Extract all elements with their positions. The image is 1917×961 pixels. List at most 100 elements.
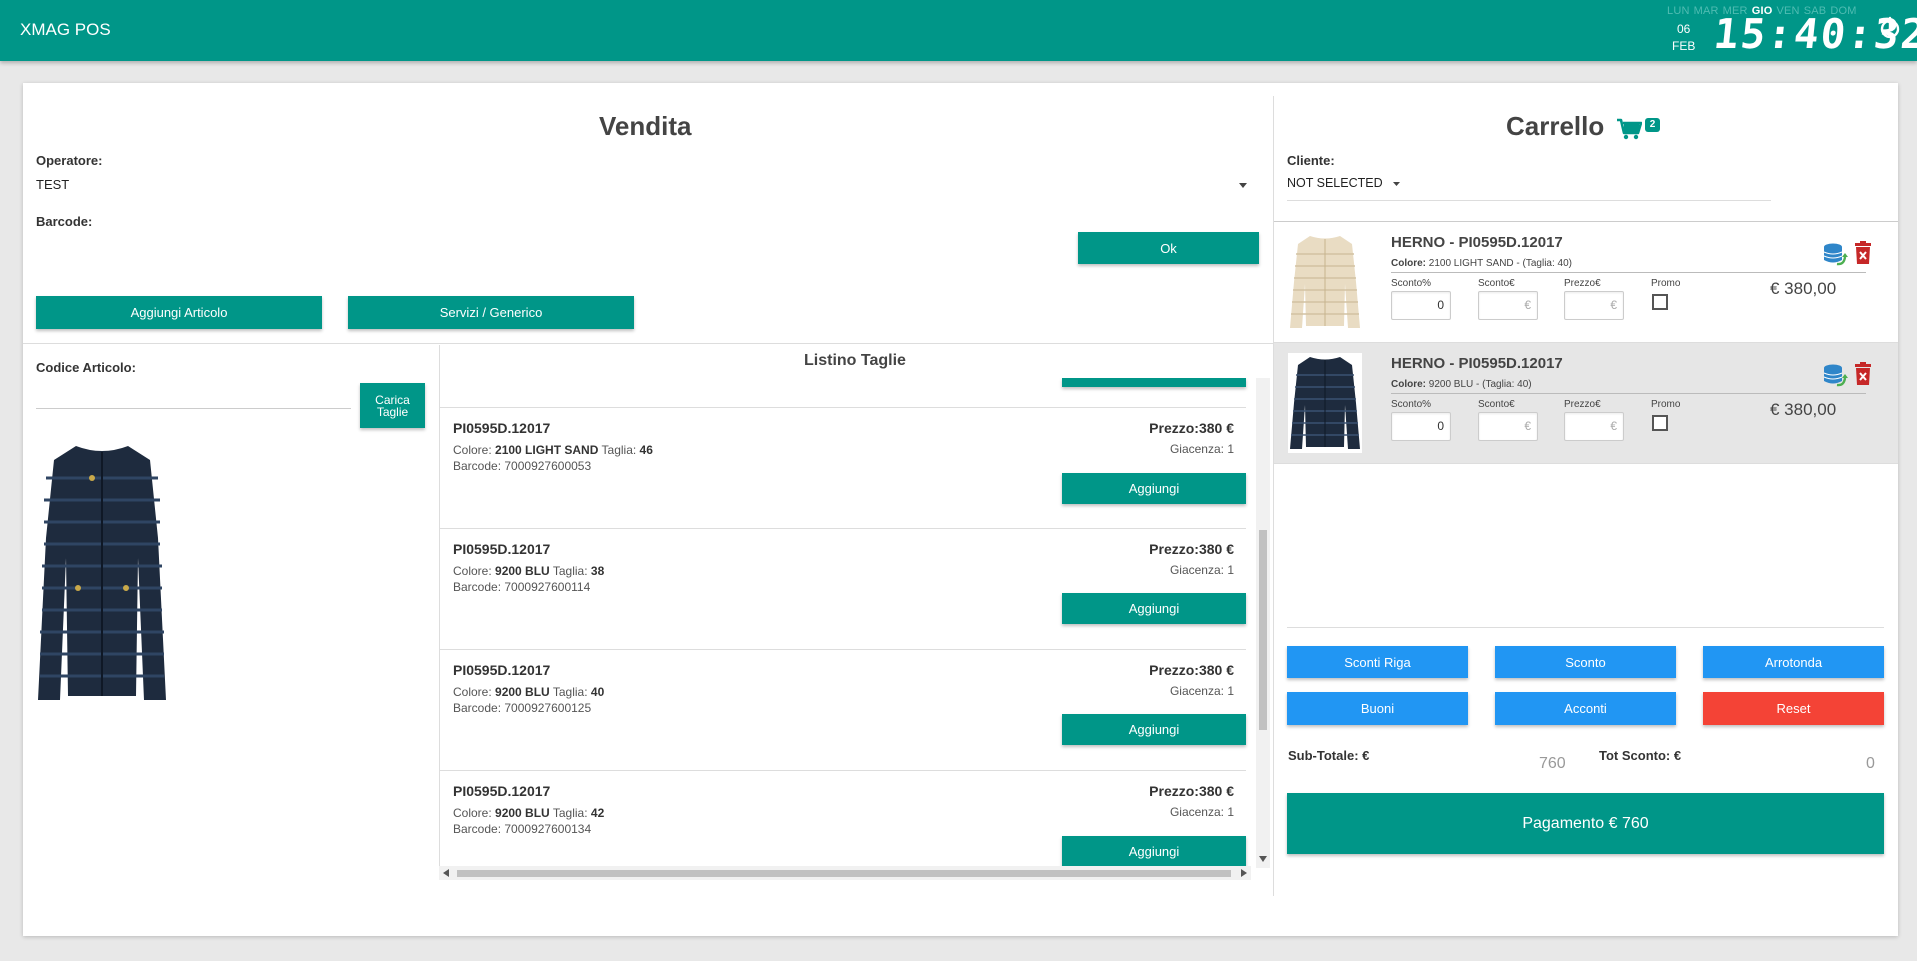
- discount-button[interactable]: Sconto: [1495, 646, 1676, 678]
- barcode-label: Barcode:: [36, 214, 93, 229]
- total-discount-value: 0: [1866, 755, 1875, 772]
- add-size-button[interactable]: Aggiungi: [1062, 714, 1246, 745]
- cart-actions-divider: [1287, 627, 1884, 628]
- cart-item-total: € 380,00: [1770, 279, 1837, 298]
- item-stock: Giacenza: 1: [1169, 684, 1234, 698]
- size-list-horizontal-scrollbar[interactable]: [439, 866, 1251, 880]
- size-list-item: PI0595D.12017 Colore: 9200 BLU Taglia: 3…: [440, 529, 1246, 650]
- load-sizes-button[interactable]: Carica Taglie: [360, 383, 425, 428]
- cart-icon: [1617, 118, 1642, 140]
- delete-icon[interactable]: [1854, 362, 1872, 385]
- item-price: Prezzo:380 €: [1149, 420, 1234, 436]
- price-eur-input[interactable]: €: [1564, 412, 1624, 441]
- add-item-button[interactable]: Aggiungi Articolo: [36, 296, 322, 329]
- discount-pct-input[interactable]: 0: [1391, 412, 1451, 441]
- item-stock: Giacenza: 1: [1169, 563, 1234, 577]
- row-discounts-button[interactable]: Sconti Riga: [1287, 646, 1468, 678]
- app-title: XMAG POS: [20, 20, 111, 39]
- vouchers-button[interactable]: Buoni: [1287, 692, 1468, 725]
- cart-item-rule: [1391, 393, 1866, 394]
- client-select[interactable]: NOT SELECTED: [1287, 176, 1383, 190]
- barcode-input[interactable]: [36, 263, 1072, 264]
- operator-dropdown-icon[interactable]: [1239, 183, 1247, 188]
- promo-checkbox[interactable]: [1652, 294, 1668, 310]
- cart-row: HERNO - PI0595D.12017 Colore: 2100 LIGHT…: [1274, 222, 1898, 343]
- add-button-partial[interactable]: [1062, 378, 1246, 387]
- operator-select[interactable]: TEST: [36, 177, 69, 192]
- discount-eur-input[interactable]: €: [1478, 412, 1538, 441]
- size-list-item: PI0595D.12017 Colore: 2100 LIGHT SAND Ta…: [440, 408, 1246, 529]
- delete-icon[interactable]: [1854, 241, 1872, 264]
- discount-pct-label: Sconto%: [1391, 399, 1432, 410]
- scroll-right-icon[interactable]: [1241, 869, 1247, 877]
- cart-item-detail: Colore: 2100 LIGHT SAND - (Taglia: 40): [1391, 258, 1572, 269]
- cart-count-badge: 2: [1645, 118, 1660, 132]
- sale-title: Vendita: [599, 111, 692, 141]
- subtotal-value: 760: [1539, 755, 1566, 772]
- scroll-down-icon[interactable]: [1259, 856, 1267, 862]
- add-size-button[interactable]: Aggiungi: [1062, 473, 1246, 504]
- item-barcode: Barcode: 7000927600114: [453, 580, 591, 594]
- ok-button[interactable]: Ok: [1078, 232, 1259, 264]
- client-label: Cliente:: [1287, 153, 1335, 168]
- size-list-vertical-scrollbar[interactable]: [1256, 378, 1270, 868]
- services-button[interactable]: Servizi / Generico: [348, 296, 634, 329]
- subtotal-label: Sub-Totale: €: [1288, 748, 1370, 763]
- top-bar: XMAG POS LUN MAR MER GIO VEN SAB DOM 06 FEB 15…: [0, 0, 1917, 61]
- item-color-size: Colore: 9200 BLU Taglia: 40: [453, 685, 605, 699]
- add-size-button[interactable]: Aggiungi: [1062, 836, 1246, 867]
- size-list-item: PI0595D.12017 Colore: 9200 BLU Taglia: 4…: [440, 650, 1246, 771]
- power-icon[interactable]: [1880, 16, 1900, 40]
- cart-item-rule: [1391, 272, 1866, 273]
- item-barcode: Barcode: 7000927600134: [453, 822, 592, 836]
- weekday-mon: LUN: [1667, 5, 1690, 17]
- price-eur-label: Prezzo€: [1564, 399, 1601, 410]
- promo-checkbox[interactable]: [1652, 415, 1668, 431]
- item-code: PI0595D.12017: [453, 420, 551, 436]
- deposits-button[interactable]: Acconti: [1495, 692, 1676, 725]
- date-display: 06 FEB: [1672, 21, 1695, 55]
- item-color-size: Colore: 2100 LIGHT SAND Taglia: 46: [453, 443, 653, 457]
- scroll-left-icon[interactable]: [443, 869, 449, 877]
- cart-item-image: [1290, 236, 1360, 328]
- cart-item-title: HERNO - PI0595D.12017: [1391, 355, 1563, 372]
- payment-button[interactable]: Pagamento € 760: [1287, 793, 1884, 854]
- item-barcode: Barcode: 7000927600053: [453, 459, 592, 473]
- item-price: Prezzo:380 €: [1149, 662, 1234, 678]
- promo-label: Promo: [1651, 399, 1681, 410]
- item-code-input[interactable]: [36, 408, 351, 409]
- item-price: Prezzo:380 €: [1149, 541, 1234, 557]
- column-divider: [1273, 96, 1274, 896]
- database-sync-icon[interactable]: [1822, 242, 1848, 268]
- item-color-size: Colore: 9200 BLU Taglia: 42: [453, 806, 605, 820]
- discount-pct-input[interactable]: 0: [1391, 291, 1451, 320]
- horizontal-scroll-thumb[interactable]: [457, 870, 1231, 877]
- size-list: PI0595D.12017 Colore: 2100 LIGHT SAND Ta…: [439, 378, 1257, 868]
- item-code: PI0595D.12017: [453, 541, 551, 557]
- round-button[interactable]: Arrotonda: [1703, 646, 1884, 678]
- date-day: 06: [1676, 22, 1691, 36]
- price-eur-label: Prezzo€: [1564, 278, 1601, 289]
- vertical-scroll-thumb[interactable]: [1259, 530, 1267, 730]
- discount-eur-input[interactable]: €: [1478, 291, 1538, 320]
- cart-title: Carrello: [1506, 111, 1605, 141]
- item-price: Prezzo:380 €: [1149, 783, 1234, 799]
- price-eur-input[interactable]: €: [1564, 291, 1624, 320]
- discount-eur-label: Sconto€: [1478, 278, 1515, 289]
- discount-eur-label: Sconto€: [1478, 399, 1515, 410]
- cart-item-total: € 380,00: [1770, 400, 1837, 419]
- add-size-button[interactable]: Aggiungi: [1062, 593, 1246, 624]
- item-code: PI0595D.12017: [453, 662, 551, 678]
- cart-row-selected: HERNO - PI0595D.12017 Colore: 9200 BLU -…: [1274, 343, 1898, 464]
- product-image: [38, 446, 166, 700]
- section-divider: [23, 343, 1273, 344]
- database-sync-icon[interactable]: [1822, 363, 1848, 389]
- promo-label: Promo: [1651, 278, 1681, 289]
- item-stock: Giacenza: 1: [1169, 442, 1234, 456]
- cart-item-title: HERNO - PI0595D.12017: [1391, 234, 1563, 251]
- client-dropdown-icon[interactable]: [1393, 182, 1400, 186]
- list-top-edge: [439, 345, 1257, 378]
- item-code: PI0595D.12017: [453, 783, 551, 799]
- item-code-label: Codice Articolo:: [36, 360, 136, 375]
- reset-button[interactable]: Reset: [1703, 692, 1884, 725]
